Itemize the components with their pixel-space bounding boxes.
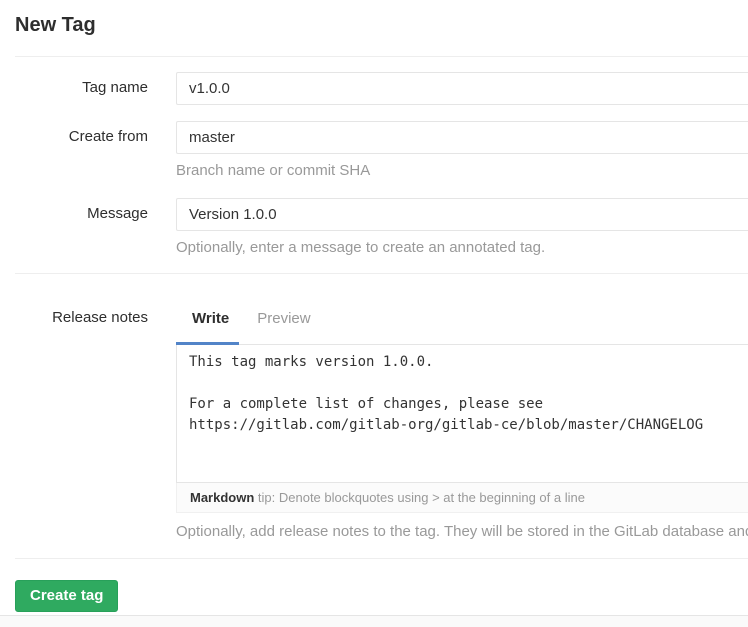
- markdown-tip-text: tip: Denote blockquotes using > at the b…: [254, 490, 585, 505]
- tab-preview[interactable]: Preview: [257, 310, 310, 328]
- release-notes-field-col: Write Preview This tag marks version 1.0…: [176, 302, 748, 541]
- create-from-help: Branch name or commit SHA: [176, 162, 748, 180]
- markdown-write-area: This tag marks version 1.0.0. For a comp…: [176, 344, 748, 513]
- tag-name-input[interactable]: [176, 72, 748, 105]
- create-from-field-col: Branch name or commit SHA: [176, 121, 748, 180]
- release-notes-row: Release notes Write Preview This tag mar…: [0, 302, 748, 541]
- active-tab-indicator: [176, 342, 239, 345]
- markdown-tip-bar: Markdown tip: Denote blockquotes using >…: [176, 483, 748, 513]
- tag-name-row: Tag name: [0, 72, 748, 105]
- markdown-tip-keyword: Markdown: [190, 490, 254, 505]
- tag-name-label: Tag name: [0, 72, 148, 97]
- section-divider: [15, 56, 748, 57]
- create-from-row: Create from Branch name or commit SHA: [0, 121, 748, 180]
- section-divider: [15, 273, 748, 274]
- create-from-input[interactable]: [176, 121, 748, 154]
- page-background-strip: [0, 616, 748, 627]
- page-title: New Tag: [15, 14, 748, 36]
- markdown-tabs: Write Preview: [176, 302, 748, 328]
- message-help: Optionally, enter a message to create an…: [176, 239, 748, 257]
- release-notes-label: Release notes: [0, 302, 148, 327]
- new-tag-page: New Tag Tag name Create from Branch name…: [0, 0, 748, 627]
- form-actions: Create tag: [0, 559, 748, 616]
- message-label: Message: [0, 198, 148, 223]
- release-notes-textarea[interactable]: This tag marks version 1.0.0. For a comp…: [176, 344, 748, 483]
- create-tag-button[interactable]: Create tag: [15, 580, 118, 612]
- message-row: Message Optionally, enter a message to c…: [0, 198, 748, 257]
- release-notes-help: Optionally, add release notes to the tag…: [176, 523, 748, 541]
- tab-write[interactable]: Write: [192, 310, 229, 328]
- message-input[interactable]: [176, 198, 748, 231]
- message-field-col: Optionally, enter a message to create an…: [176, 198, 748, 257]
- create-from-label: Create from: [0, 121, 148, 146]
- tag-name-field-col: [176, 72, 748, 105]
